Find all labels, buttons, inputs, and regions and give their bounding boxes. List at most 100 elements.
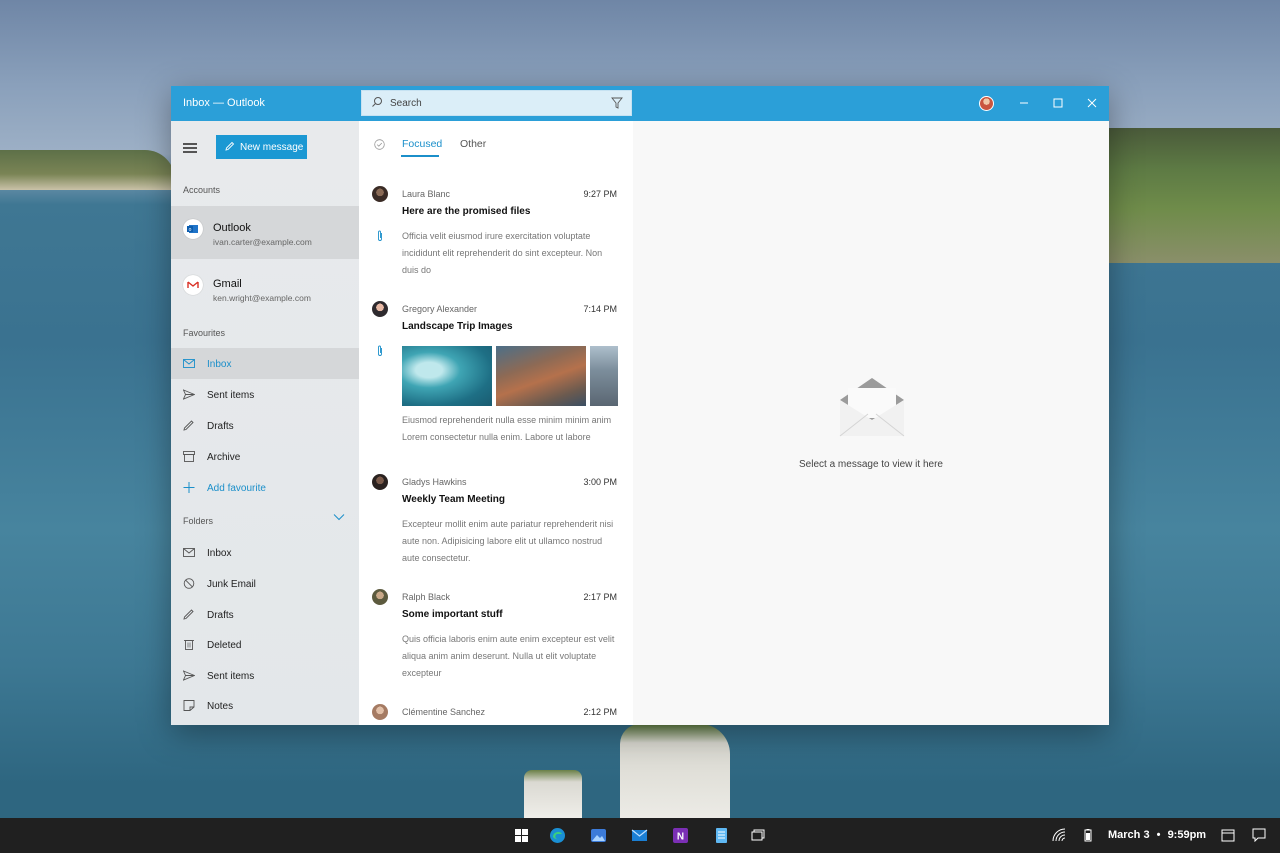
message-sender: Ralph Black (402, 592, 451, 602)
notepad-icon[interactable] (713, 827, 730, 844)
nav-label: Notes (207, 701, 234, 712)
folders-heading: Folders (183, 516, 214, 526)
message-item[interactable]: Laura Blanc 9:27 PM Here are the promise… (359, 186, 633, 296)
sender-avatar (372, 301, 388, 317)
folder-drafts[interactable]: Drafts (171, 599, 359, 630)
background-landscape-right (1108, 128, 1280, 263)
message-item[interactable]: Ralph Black 2:17 PM Some important stuff… (359, 589, 633, 699)
hamburger-menu-icon[interactable] (183, 143, 197, 153)
outlook-icon: o (183, 219, 203, 239)
nav-label: Drafts (207, 610, 234, 621)
search-input[interactable]: Search (390, 98, 422, 109)
mail-icon (183, 548, 195, 557)
mail-icon[interactable] (631, 827, 648, 844)
account-email: ken.wright@example.com (213, 293, 311, 303)
tab-focused[interactable]: Focused (402, 138, 442, 150)
taskbar-clock[interactable]: March 3 • 9:59pm (1108, 829, 1206, 841)
send-icon (183, 670, 195, 681)
message-subject: Some important stuff (402, 609, 503, 620)
favourite-drafts[interactable]: Drafts (171, 410, 359, 441)
taskbar: N March 3 • 9:59pm (0, 818, 1280, 853)
nav-label: Inbox (207, 548, 232, 559)
folder-inbox[interactable]: Inbox (171, 537, 359, 568)
svg-text:N: N (677, 832, 684, 843)
message-sender: Laura Blanc (402, 189, 451, 199)
onenote-icon[interactable]: N (672, 827, 689, 844)
user-avatar[interactable] (979, 96, 994, 111)
nav-label: Sent items (207, 671, 255, 682)
trash-icon (184, 640, 194, 650)
message-preview: Quis officia laboris enim aute enim exce… (402, 634, 615, 678)
nav-label: Drafts (207, 421, 234, 432)
favourite-archive[interactable]: Archive (171, 441, 359, 472)
select-mode-icon[interactable] (374, 139, 385, 150)
folder-junk-email[interactable]: Junk Email (171, 568, 359, 599)
nav-label: Deleted (207, 640, 242, 651)
close-icon[interactable] (1084, 95, 1100, 111)
filter-icon[interactable] (611, 97, 623, 109)
minimize-icon[interactable] (1016, 95, 1032, 111)
message-item[interactable]: Gregory Alexander 7:14 PM Landscape Trip… (359, 301, 633, 471)
battery-icon[interactable] (1081, 828, 1095, 842)
account-gmail[interactable]: Gmail ken.wright@example.com (171, 262, 359, 315)
maximize-icon[interactable] (1050, 95, 1066, 111)
reading-pane: Select a message to view it here (633, 121, 1109, 725)
image-thumbnail-city[interactable] (590, 346, 618, 406)
account-name: Outlook (213, 222, 251, 234)
favourites-heading: Favourites (183, 328, 226, 338)
photos-icon[interactable] (590, 827, 607, 844)
nav-label: Sent items (207, 390, 255, 401)
nav-label: Junk Email (207, 579, 256, 590)
sender-avatar (372, 474, 388, 490)
account-outlook[interactable]: o Outlook ivan.carter@example.com (171, 206, 359, 259)
archive-icon (183, 451, 195, 462)
add-favourite-button[interactable]: Add favourite (171, 472, 359, 503)
sender-avatar (372, 704, 388, 720)
folder-deleted[interactable]: Deleted (171, 629, 359, 660)
calendar-icon[interactable] (1221, 828, 1235, 842)
mail-icon (183, 359, 195, 368)
message-time: 3:00 PM (583, 477, 617, 487)
new-message-button[interactable]: New message (216, 135, 307, 159)
edge-icon[interactable] (549, 827, 566, 844)
tab-other[interactable]: Other (460, 138, 486, 150)
task-view-icon[interactable] (749, 827, 766, 844)
favourite-sent-items[interactable]: Sent items (171, 379, 359, 410)
folder-sent-items[interactable]: Sent items (171, 660, 359, 691)
empty-state-text: Select a message to view it here (799, 459, 943, 470)
network-icon[interactable] (1052, 828, 1066, 842)
folder-notes[interactable]: Notes (171, 690, 359, 721)
search-icon (372, 97, 382, 107)
message-time: 2:17 PM (583, 592, 617, 602)
image-thumbnail-town[interactable] (496, 346, 586, 406)
account-email: ivan.carter@example.com (213, 237, 312, 247)
title-bar[interactable]: Inbox — Outlook Search (171, 86, 1109, 121)
message-list: Focused Other Laura Blanc 9:27 PM Here a… (359, 121, 633, 725)
message-item[interactable]: Clémentine Sanchez 2:12 PM (359, 704, 633, 725)
notification-center-icon[interactable] (1252, 828, 1266, 842)
attachment-icon (378, 230, 382, 241)
tab-active-underline (401, 155, 439, 157)
message-preview: Officia velit eiusmod irure exercitation… (402, 231, 603, 275)
message-sender: Gregory Alexander (402, 304, 478, 314)
outlook-window: Inbox — Outlook Search New message Accou… (171, 86, 1109, 725)
account-name: Gmail (213, 278, 242, 290)
start-icon[interactable] (513, 827, 530, 844)
attachment-icon (378, 345, 382, 356)
message-subject: Weekly Team Meeting (402, 494, 505, 505)
window-title: Inbox — Outlook (183, 97, 265, 109)
message-time: 9:27 PM (583, 189, 617, 199)
message-item[interactable]: Gladys Hawkins 3:00 PM Weekly Team Meeti… (359, 474, 633, 584)
image-thumbnail-ocean[interactable] (402, 346, 492, 406)
send-icon (183, 389, 195, 400)
note-icon (183, 700, 195, 711)
favourite-inbox[interactable]: Inbox (171, 348, 359, 379)
search-box[interactable]: Search (361, 90, 632, 116)
block-icon (183, 578, 195, 589)
sender-avatar (372, 589, 388, 605)
message-sender: Clémentine Sanchez (402, 707, 486, 717)
image-attachments (402, 346, 618, 406)
message-subject: Here are the promised files (402, 206, 531, 217)
chevron-down-icon[interactable] (333, 513, 345, 521)
pencil-icon (183, 420, 194, 431)
